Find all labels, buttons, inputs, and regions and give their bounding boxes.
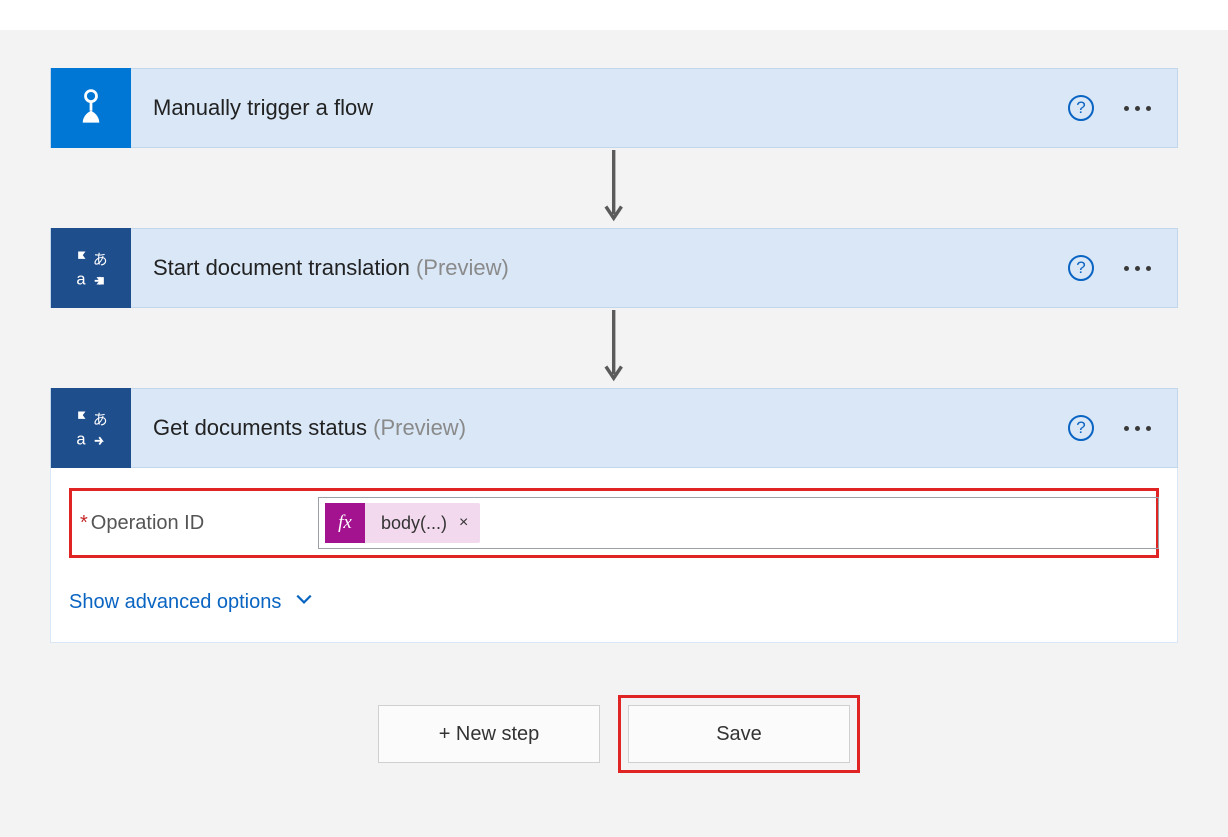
svg-text:a: a (76, 431, 86, 449)
svg-text:あ: あ (93, 411, 108, 428)
flow-step-start-translation[interactable]: あ a Start document translation (Preview)… (50, 228, 1178, 308)
svg-text:あ: あ (93, 251, 108, 268)
more-menu-icon[interactable] (1124, 102, 1151, 115)
help-icon[interactable]: ? (1068, 415, 1094, 441)
trigger-touch-icon (51, 68, 131, 148)
translate-icon: あ a (51, 388, 131, 468)
flow-actions: + New step Save (50, 705, 1178, 763)
help-icon[interactable]: ? (1068, 95, 1094, 121)
flow-arrow-connector (50, 308, 1178, 388)
step-title: Manually trigger a flow (131, 95, 1068, 121)
step-parameters-panel: *Operation ID fx body(...) × Show advanc… (50, 468, 1178, 643)
token-text: body(...) (365, 513, 459, 534)
flow-step-get-status[interactable]: あ a Get documents status (Preview) ? (50, 388, 1178, 468)
svg-text:a: a (76, 271, 86, 289)
operation-id-input[interactable]: fx body(...) × (318, 497, 1159, 549)
chevron-down-icon (295, 590, 313, 614)
operation-id-row: *Operation ID fx body(...) × (69, 488, 1159, 558)
operation-id-label: *Operation ID (80, 512, 318, 535)
help-icon[interactable]: ? (1068, 255, 1094, 281)
save-button[interactable]: Save (628, 705, 850, 763)
expression-token[interactable]: fx body(...) × (325, 503, 480, 543)
token-remove-icon[interactable]: × (459, 514, 480, 532)
advanced-options-label: Show advanced options (69, 591, 281, 614)
flow-step-trigger[interactable]: Manually trigger a flow ? (50, 68, 1178, 148)
step-title: Get documents status (Preview) (131, 415, 1068, 441)
more-menu-icon[interactable] (1124, 262, 1151, 275)
new-step-button[interactable]: + New step (378, 705, 600, 763)
flow-arrow-connector (50, 148, 1178, 228)
translate-icon: あ a (51, 228, 131, 308)
more-menu-icon[interactable] (1124, 422, 1151, 435)
fx-icon: fx (325, 503, 365, 543)
step-title: Start document translation (Preview) (131, 255, 1068, 281)
show-advanced-options-link[interactable]: Show advanced options (69, 590, 313, 614)
